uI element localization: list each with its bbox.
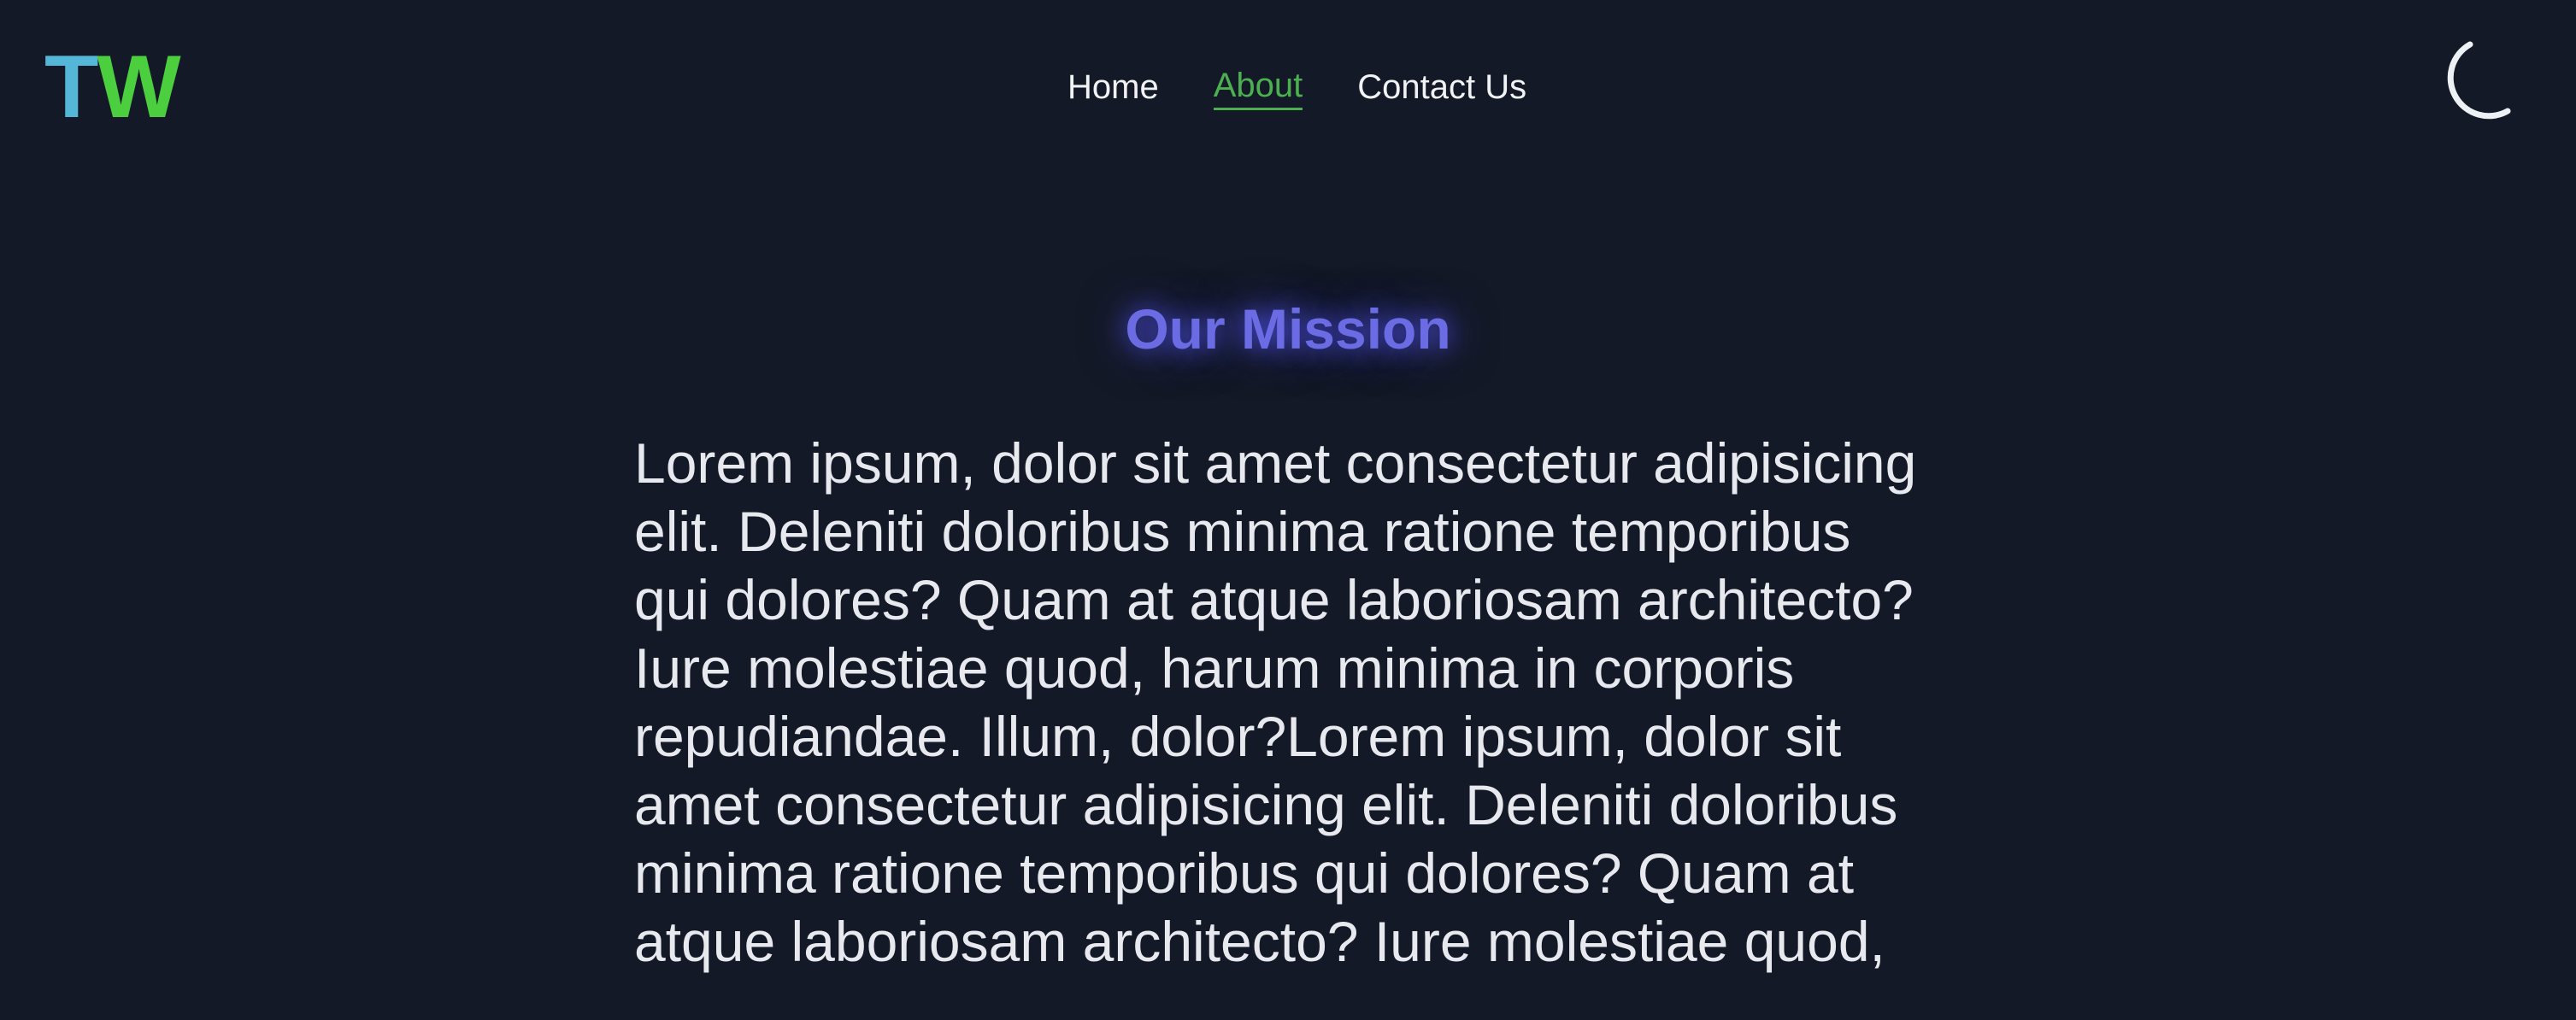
nav-contact-link[interactable]: Contact Us <box>1357 68 1526 109</box>
site-header: TW Home About Contact Us <box>0 0 2576 179</box>
main-nav: Home About Contact Us <box>1067 67 1526 110</box>
moon-icon <box>2447 41 2511 120</box>
logo-letter-t: T <box>44 38 99 137</box>
logo-letter-w: W <box>97 38 181 137</box>
site-logo[interactable]: TW <box>44 43 181 132</box>
mission-text: Lorem ipsum, dolor sit amet consectetur … <box>634 431 1917 973</box>
about-page: TW Home About Contact Us Our Mission Lor… <box>0 0 2576 1020</box>
nav-about-link[interactable]: About <box>1213 67 1303 110</box>
mission-title: Our Mission <box>1125 297 1451 361</box>
theme-toggle-button[interactable] <box>2420 38 2520 137</box>
nav-home-link[interactable]: Home <box>1067 68 1159 109</box>
